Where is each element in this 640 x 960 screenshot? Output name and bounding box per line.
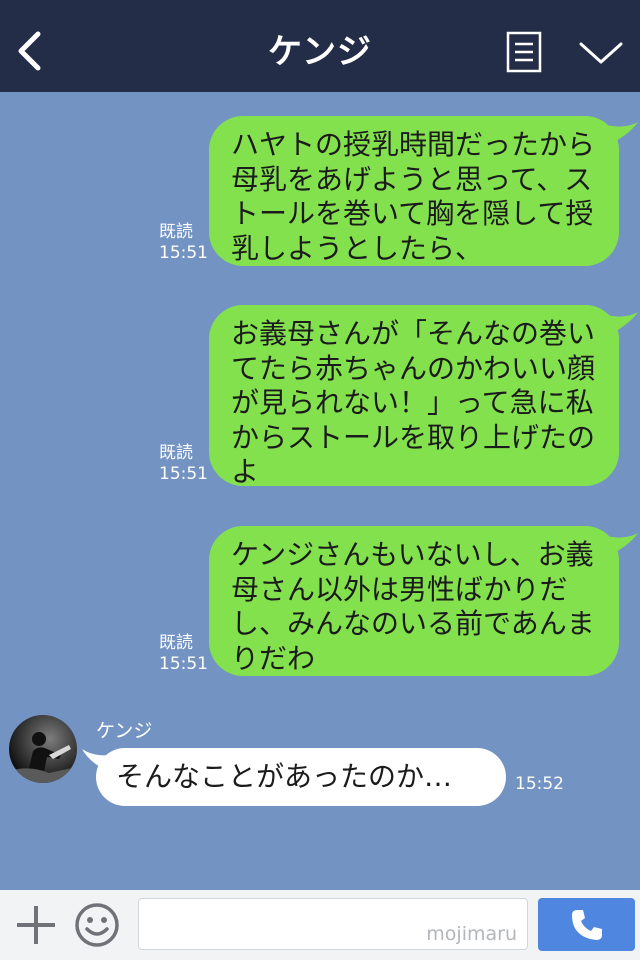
message-meta: 既読 15:51 <box>159 443 219 485</box>
read-receipt: 既読 <box>159 443 193 463</box>
chevron-down-icon[interactable] <box>578 38 624 68</box>
message-meta: 既読 15:51 <box>159 222 219 264</box>
message-time: 15:51 <box>159 243 208 263</box>
watermark: mojimaru <box>426 923 517 945</box>
message-time: 15:51 <box>159 654 208 674</box>
bubble-tail <box>602 122 638 146</box>
call-button[interactable] <box>538 898 635 951</box>
input-bar: mojimaru <box>0 890 640 960</box>
bubble-tail <box>602 533 638 557</box>
message-input[interactable]: mojimaru <box>138 898 528 950</box>
plus-icon[interactable] <box>14 903 58 947</box>
outgoing-message[interactable]: お義母さんが「そんなの巻いてたら赤ちゃんのかわいい顔が見られない！」って急に私か… <box>209 305 619 488</box>
person-silhouette-icon <box>9 732 77 783</box>
phone-icon <box>572 910 602 940</box>
chat-header: ケンジ <box>0 0 640 92</box>
outgoing-message[interactable]: ハヤトの授乳時間だったから母乳をあげようと思って、ストールを巻いて胸を隠して授乳… <box>209 116 619 266</box>
read-receipt: 既読 <box>159 222 193 242</box>
outgoing-message[interactable]: ケンジさんもいないし、お義母さん以外は男性ばかりだし、みんなのいる前であんまりだ… <box>209 526 619 676</box>
smiley-icon[interactable] <box>74 902 120 948</box>
chat-title: ケンジ <box>268 32 372 72</box>
avatar[interactable] <box>9 715 77 783</box>
message-meta: 既読 15:51 <box>159 633 219 675</box>
read-receipt: 既読 <box>159 633 193 653</box>
document-list-icon[interactable] <box>506 31 542 73</box>
message-time: 15:52 <box>515 774 564 794</box>
sender-name: ケンジ <box>96 720 153 742</box>
message-time: 15:51 <box>159 464 208 484</box>
bubble-tail <box>602 312 638 336</box>
incoming-message[interactable]: そんなことがあったのか… <box>96 748 506 806</box>
